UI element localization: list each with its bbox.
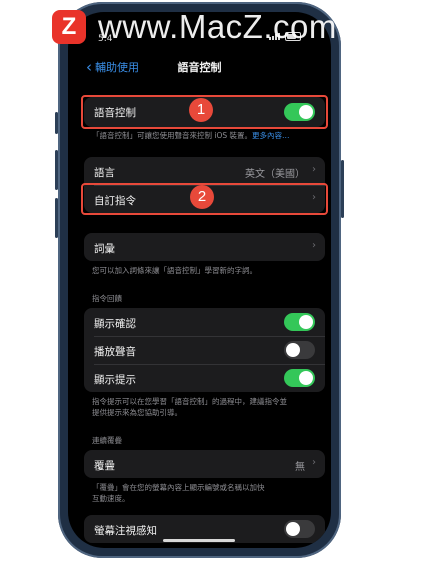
command-feedback-footer: 指令提示可以在您學習「語音控制」的過程中，建議指令並 提供提示來為您協助引導。 [92, 396, 310, 418]
vocabulary-row[interactable]: 詞彙 › [84, 233, 325, 261]
attention-label: 螢幕注視感知 [94, 525, 157, 537]
play-sound-label: 播放聲音 [94, 346, 136, 358]
show-confirmation-toggle[interactable] [284, 313, 315, 331]
side-button-right [341, 160, 344, 218]
chevron-right-icon: › [312, 164, 316, 175]
more-info-link[interactable]: 更多內容… [252, 131, 290, 140]
home-indicator[interactable] [163, 539, 235, 542]
step-badge-1: 1 [189, 98, 213, 122]
overlay-footer-line1: 「覆疊」會在您的螢幕內容上顯示編號或名稱以加快 [92, 483, 265, 492]
attention-toggle[interactable] [284, 520, 315, 538]
vocabulary-group: 詞彙 › [84, 233, 325, 261]
back-label: 輔助使用 [95, 61, 139, 74]
chevron-left-icon: ‹ [86, 58, 92, 76]
macz-logo: Z [52, 10, 86, 44]
step-badge-2: 2 [190, 185, 214, 209]
overlay-label: 覆疊 [94, 460, 115, 472]
command-feedback-footer-line2: 提供提示來為您協助引導。 [92, 408, 182, 417]
show-hints-row: 顯示提示 [84, 364, 325, 392]
show-confirmation-label: 顯示確認 [94, 318, 136, 330]
overlay-footer: 「覆疊」會在您的螢幕內容上顯示編號或名稱以加快 互動速度。 [92, 482, 310, 504]
language-value: 英文（美國） [245, 169, 305, 180]
overlay-group: 覆疊 無 › [84, 450, 325, 478]
language-row[interactable]: 語言 英文（美國） › [84, 157, 325, 185]
overlay-footer-line2: 互動速度。 [92, 494, 130, 503]
vocabulary-label: 詞彙 [94, 243, 115, 255]
vocabulary-footer: 您可以加入詞條來讓「語音控制」學習新的字詞。 [92, 266, 257, 275]
command-feedback-header: 指令回饋 [92, 294, 122, 303]
chevron-right-icon: › [312, 457, 316, 468]
language-label: 語言 [94, 167, 115, 179]
show-hints-label: 顯示提示 [94, 374, 136, 386]
watermark-text: www.MacZ.com [98, 8, 337, 45]
play-sound-toggle[interactable] [284, 341, 315, 359]
continuous-overlay-header: 連續覆疊 [92, 436, 122, 445]
overlay-value: 無 [295, 462, 305, 473]
command-feedback-group: 顯示確認 播放聲音 顯示提示 [84, 308, 325, 392]
play-sound-row: 播放聲音 [84, 336, 325, 364]
voice-control-footer: 「語音控制」可讓您使用聲音來控制 iOS 裝置。更多內容… [92, 130, 310, 141]
phone-screen: 5:4 語音控制 ‹ 輔助使用 語音控制 1 「語音控制」可讓您使用聲音來控制 … [68, 12, 331, 548]
command-feedback-footer-line1: 指令提示可以在您學習「語音控制」的過程中，建議指令並 [92, 397, 287, 406]
back-button[interactable]: ‹ 輔助使用 [86, 59, 139, 75]
voice-control-footer-text: 「語音控制」可讓您使用聲音來控制 iOS 裝置。 [92, 131, 253, 140]
show-hints-toggle[interactable] [284, 369, 315, 387]
chevron-right-icon: › [312, 240, 316, 251]
show-confirmation-row: 顯示確認 [84, 308, 325, 336]
overlay-row[interactable]: 覆疊 無 › [84, 450, 325, 478]
